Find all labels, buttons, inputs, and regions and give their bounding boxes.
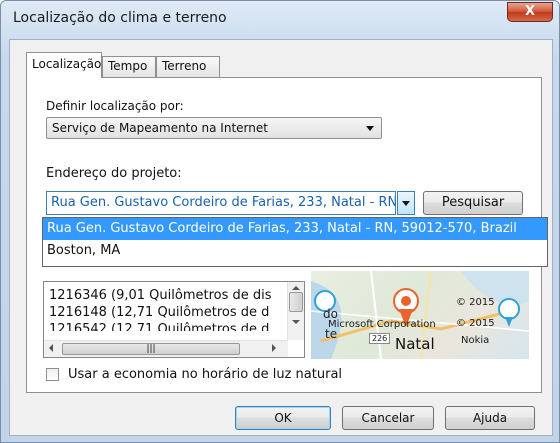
map-attribution-partner: Nokia (461, 335, 490, 346)
list-item[interactable]: 1216542 (12,71 Quilômetros de d (49, 322, 269, 331)
daylight-saving-checkbox[interactable] (46, 368, 59, 381)
map-city-label: Natal (395, 335, 435, 353)
scroll-thumb[interactable]: ||| (62, 343, 240, 355)
address-dropdown-list: Rua Gen. Gustavo Cordeiro de Farias, 233… (42, 217, 548, 267)
ok-button[interactable]: OK (235, 406, 331, 430)
map-copyright-1: © 2015 (456, 297, 495, 308)
daylight-saving-label: Usar a economia no horário de luz natura… (68, 367, 343, 382)
road-number-badge: 226 (369, 333, 391, 344)
address-label: Endereço do projeto: (46, 166, 182, 181)
location-by-label: Definir localização por: (46, 99, 184, 113)
address-value: Rua Gen. Gustavo Cordeiro de Farias, 233… (51, 195, 395, 210)
scroll-thumb[interactable] (289, 292, 303, 312)
weather-station-list[interactable]: 1216346 (9,01 Quilômetros de dis 1216148… (43, 281, 305, 358)
scroll-left-icon[interactable] (49, 344, 53, 352)
location-by-select[interactable]: Serviço de Mapeamento na Internet (46, 117, 382, 139)
address-dropdown-button[interactable] (397, 191, 415, 215)
tab-localizacao[interactable]: Localização (26, 52, 102, 78)
dialog-window: Localização do clima e terreno X Localiz… (0, 0, 560, 443)
tab-terreno[interactable]: Terreno (156, 56, 220, 77)
help-button[interactable]: Ajuda (445, 406, 535, 430)
scroll-up-icon[interactable] (292, 286, 300, 290)
map-attribution-company: Microsoft Corporation (328, 319, 436, 330)
tab-tempo[interactable]: Tempo (102, 56, 156, 77)
title-bar[interactable]: Localização do clima e terreno X (1, 1, 559, 39)
cancel-button[interactable]: Cancelar (342, 406, 434, 430)
address-input[interactable]: Rua Gen. Gustavo Cordeiro de Farias, 233… (46, 191, 396, 215)
list-item[interactable]: 1216148 (12,71 Quilômetros de d (49, 305, 269, 320)
dropdown-option-address[interactable]: Rua Gen. Gustavo Cordeiro de Farias, 233… (43, 218, 547, 240)
chevron-down-icon (402, 201, 410, 206)
horizontal-scrollbar[interactable]: ||| (44, 340, 288, 357)
location-map[interactable]: do te Microsoft Corporation © 2015 © 201… (311, 271, 529, 359)
vertical-scrollbar[interactable] (287, 282, 304, 340)
location-by-value: Serviço de Mapeamento na Internet (52, 121, 268, 135)
map-copyright-2: © 2015 (456, 318, 495, 329)
scroll-right-icon[interactable] (272, 344, 276, 352)
list-item[interactable]: 1216346 (9,01 Quilômetros de dis (49, 288, 272, 303)
close-button[interactable]: X (507, 2, 553, 22)
search-button[interactable]: Pesquisar (423, 191, 523, 215)
chevron-down-icon (366, 126, 374, 131)
dialog-title: Localização do clima e terreno (13, 10, 227, 26)
scroll-down-icon[interactable] (292, 320, 300, 324)
dropdown-option-boston[interactable]: Boston, MA (43, 240, 547, 262)
